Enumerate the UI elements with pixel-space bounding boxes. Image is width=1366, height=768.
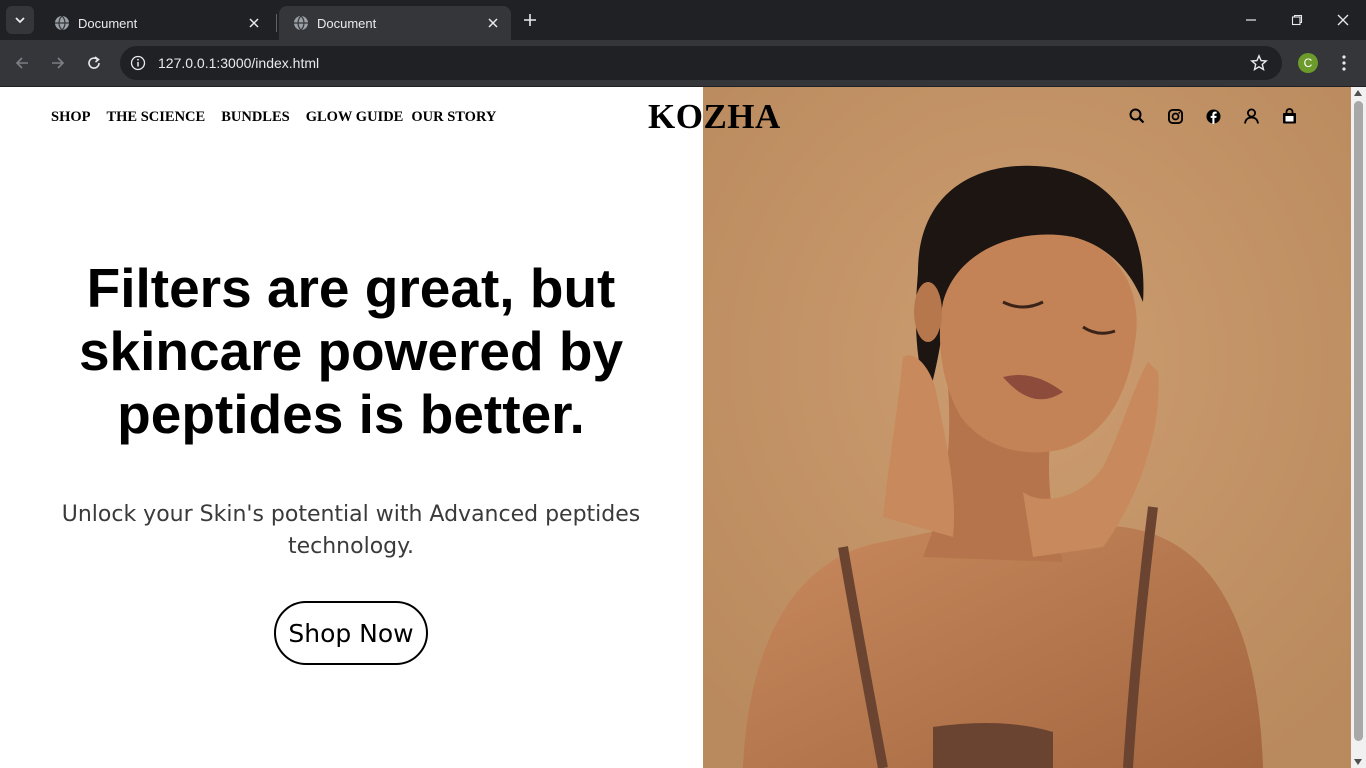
new-tab-button[interactable] [519,9,541,31]
page-scrollbar[interactable] [1351,87,1366,768]
tab-document-1[interactable]: Document [40,6,272,40]
scroll-down-arrow-icon[interactable] [1354,759,1362,765]
plus-icon [524,14,536,26]
address-bar[interactable]: 127.0.0.1:3000/index.html [120,46,1282,80]
tab-title: Document [78,15,138,31]
account-icon[interactable] [1243,108,1259,124]
facebook-icon[interactable] [1205,108,1221,124]
bag-icon[interactable] [1281,108,1297,124]
tab-search-button[interactable] [6,6,34,34]
globe-icon [55,15,69,31]
arrow-left-icon [15,57,28,69]
scrollbar-thumb[interactable] [1354,101,1363,741]
kebab-menu-icon [1342,55,1346,71]
site-header-icons [1129,108,1297,124]
site-info-icon[interactable] [130,55,146,71]
hero-subtext: Unlock your Skin's potential with Advanc… [61,502,641,559]
close-icon [1337,14,1349,26]
close-tab-icon[interactable] [246,15,262,31]
hero-image [703,87,1351,768]
browser-toolbar: 127.0.0.1:3000/index.html C [0,40,1366,86]
nav-the-science[interactable]: THE SCIENCE [106,109,205,126]
bookmark-star-icon[interactable] [1250,54,1268,72]
forward-button[interactable] [44,49,72,77]
shop-now-button[interactable]: Shop Now [274,601,428,665]
back-button[interactable] [8,49,36,77]
minimize-button[interactable] [1228,0,1274,40]
search-icon[interactable] [1129,108,1145,124]
reload-button[interactable] [80,49,108,77]
profile-avatar[interactable]: C [1298,53,1318,73]
hero-text-pane: SHOP THE SCIENCE BUNDLES GLOW GUIDE OUR … [0,87,703,768]
minimize-icon [1246,19,1256,21]
reload-icon [88,56,100,69]
chevron-down-icon [15,17,25,24]
scroll-up-arrow-icon[interactable] [1354,90,1362,96]
site-logo[interactable]: KOZHA [648,97,781,137]
tab-divider [276,14,277,32]
arrow-right-icon [52,57,65,69]
url-text[interactable]: 127.0.0.1:3000/index.html [158,55,319,71]
page-viewport: SHOP THE SCIENCE BUNDLES GLOW GUIDE OUR … [0,87,1366,768]
tab-document-2[interactable]: Document [279,6,511,40]
tab-title: Document [317,15,377,31]
globe-icon [294,15,308,31]
browser-menu-button[interactable] [1334,53,1354,73]
site-navigation: SHOP THE SCIENCE BUNDLES GLOW GUIDE OUR … [51,109,496,126]
nav-our-story[interactable]: OUR STORY [411,109,496,126]
nav-glow-guide[interactable]: GLOW GUIDE [306,109,404,126]
restore-icon [1291,14,1303,26]
hero-headline: Filters are great, but skincare powered … [78,257,624,445]
nav-bundles[interactable]: BUNDLES [221,109,290,126]
model-portrait-illustration [703,87,1351,768]
tab-strip: Document Document [0,0,1366,40]
instagram-icon[interactable] [1167,108,1183,124]
restore-button[interactable] [1274,0,1320,40]
close-window-button[interactable] [1320,0,1366,40]
nav-shop[interactable]: SHOP [51,109,90,126]
close-tab-icon[interactable] [485,15,501,31]
